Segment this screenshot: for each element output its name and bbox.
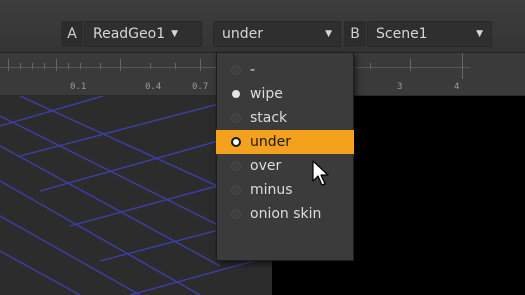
ruler-tick — [32, 63, 33, 69]
radio-icon — [231, 113, 241, 123]
chevron-down-icon: ▼ — [171, 29, 179, 39]
radio-icon — [231, 65, 241, 75]
menu-item-onion-skin[interactable]: onion skin — [217, 202, 353, 226]
menu-item-label: over — [250, 158, 282, 174]
ruler-tick — [56, 59, 57, 71]
ruler-label: 0.4 — [145, 82, 162, 92]
merge-mode-dropdown[interactable]: under ▼ — [213, 21, 341, 47]
radio-icon — [231, 209, 241, 219]
ruler-tick — [100, 63, 101, 69]
grid-line — [0, 96, 106, 127]
radio-icon — [231, 185, 241, 195]
ruler-tick — [80, 63, 81, 69]
ruler-tick — [200, 59, 201, 71]
menu-item-label: wipe — [250, 86, 283, 102]
grid-line — [0, 250, 81, 295]
input-b-label: B — [344, 21, 366, 47]
ruler-label: 0.1 — [70, 82, 87, 92]
ruler-tick — [150, 63, 151, 69]
ruler-label: 3 — [397, 82, 403, 92]
menu-item-label: under — [250, 134, 292, 150]
ruler-end-marker — [462, 53, 463, 79]
radio-icon — [231, 161, 241, 171]
viewer-toolbar: A ReadGeo1 ▼ under ▼ B Scene1 ▼ — [0, 0, 525, 53]
radio-checked-icon — [232, 90, 240, 98]
menu-item-label: onion skin — [250, 206, 322, 222]
input-a-node-label: ReadGeo1 — [93, 26, 166, 42]
input-a-label: A — [61, 21, 83, 47]
grid-line — [0, 145, 221, 267]
ruler-tick — [120, 59, 121, 71]
mouse-pointer-icon — [312, 160, 329, 186]
merge-mode-menu: - wipe stack under over minus onion skin — [216, 52, 354, 261]
menu-item-over[interactable]: over — [217, 154, 353, 178]
grid-line — [19, 100, 231, 157]
grid-line — [0, 115, 241, 237]
ruler-tick — [8, 59, 9, 71]
ruler-tick — [410, 59, 411, 71]
menu-item-label: stack — [250, 110, 288, 126]
merge-mode-label: under — [222, 26, 264, 42]
ruler-label: 0.7 — [192, 82, 209, 92]
radio-icon — [231, 137, 241, 147]
chevron-down-icon: ▼ — [325, 29, 332, 39]
ruler-tick — [175, 63, 176, 69]
ruler-tick — [44, 63, 45, 69]
chevron-down-icon: ▼ — [476, 29, 483, 39]
ruler-tick — [20, 63, 21, 69]
menu-item-none[interactable]: - — [217, 58, 353, 82]
menu-item-stack[interactable]: stack — [217, 106, 353, 130]
menu-item-under[interactable]: under — [216, 130, 354, 154]
menu-item-minus[interactable]: minus — [217, 178, 353, 202]
ruler-tick — [68, 63, 69, 69]
menu-item-label: - — [250, 62, 256, 78]
grid-line — [129, 255, 272, 295]
menu-item-wipe[interactable]: wipe — [217, 82, 353, 106]
input-b-dropdown[interactable]: Scene1 ▼ — [367, 21, 492, 47]
ruler-tick — [370, 63, 371, 69]
ruler-label: 4 — [454, 82, 460, 92]
input-b-node-label: Scene1 — [376, 26, 428, 42]
menu-item-label: minus — [250, 182, 293, 198]
input-a-dropdown[interactable]: ReadGeo1 ▼ — [84, 21, 202, 47]
